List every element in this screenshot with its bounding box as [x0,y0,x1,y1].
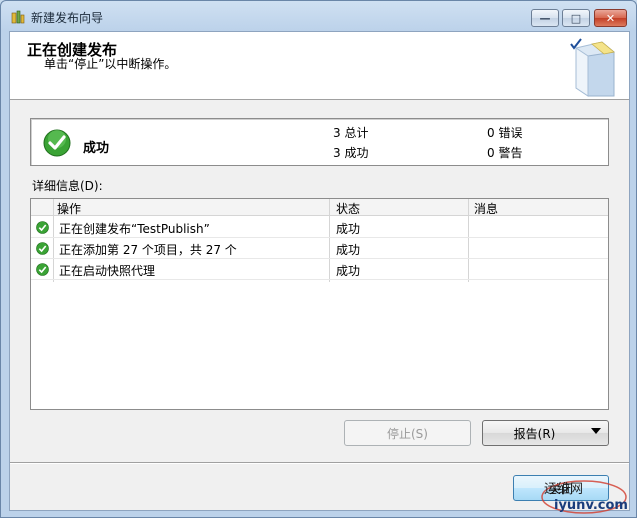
row-action: 正在启动快照代理 [59,264,156,278]
minimize-button[interactable]: — [531,9,559,27]
column-header-action[interactable]: 操作 [57,200,81,217]
window-title: 新建发布向导 [31,11,104,25]
table-row[interactable]: 正在启动快照代理 成功 [31,259,608,280]
row-action: 正在添加第 27 个项目，共 27 个 [59,243,237,257]
warning-count: 0 警告 [487,146,523,160]
title-bar[interactable]: 新建发布向导 — □ ✕ [1,1,636,31]
footer-divider [10,462,629,463]
maximize-button[interactable]: □ [562,9,590,27]
row-action: 正在创建发布“TestPublish” [59,222,210,236]
minimize-icon: — [539,11,551,25]
column-header-message[interactable]: 消息 [474,200,498,217]
details-label: 详细信息(D): [32,179,103,193]
wizard-app-icon [11,10,25,24]
table-row[interactable]: 正在创建发布“TestPublish” 成功 [31,217,608,238]
maximize-icon: □ [570,11,582,25]
stop-button[interactable]: 停止(S) [344,420,471,446]
summary-panel: 成功 3 总计 3 成功 0 错误 0 警告 [30,118,609,166]
success-icon [36,263,49,276]
page-subtitle: 单击“停止”以中断操作。 [44,57,177,71]
error-count: 0 错误 [487,126,523,140]
dropdown-arrow-icon [591,428,601,434]
wizard-client-area: 正在创建发布 单击“停止”以中断操作。 成功 3 总计 3 成功 0 错误 0 … [9,31,630,511]
column-header-status[interactable]: 状态 [336,200,360,217]
close-icon: ✕ [605,11,616,25]
row-status: 成功 [336,243,361,257]
site-watermark: 运维网 iyunv.com [534,471,637,518]
wizard-window: 新建发布向导 — □ ✕ 正在创建发布 单击“停止”以中断操作。 成功 3 总计 [0,0,637,518]
total-count: 3 总计 [333,126,369,140]
table-row[interactable]: 正在添加第 27 个项目，共 27 个 成功 [31,238,608,259]
watermark-line2: iyunv.com [554,498,628,513]
details-grid[interactable]: 操作 状态 消息 正在创建发布“TestPublish” 成功 正在添加第 27… [30,198,609,410]
success-count: 3 成功 [333,146,369,160]
row-status: 成功 [336,264,361,278]
close-window-button[interactable]: ✕ [594,9,627,27]
success-check-icon [43,129,71,157]
success-icon [36,221,49,234]
summary-status: 成功 [83,141,110,156]
publication-book-icon [570,38,615,97]
grid-header: 操作 状态 消息 [31,199,608,216]
report-button[interactable]: 报告(R) [482,420,609,446]
report-button-label: 报告(R) [513,426,556,441]
wizard-header: 正在创建发布 单击“停止”以中断操作。 [10,32,629,100]
success-icon [36,242,49,255]
row-status: 成功 [336,222,361,236]
watermark-line1: 运维网 [544,482,584,497]
